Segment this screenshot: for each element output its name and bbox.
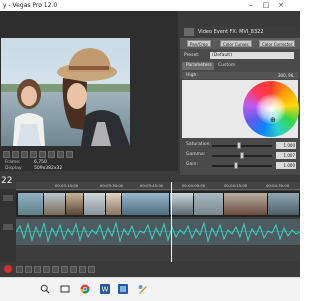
audio-track-header[interactable] <box>3 224 13 230</box>
fx-chip-color-curves[interactable]: Color Curves <box>220 40 252 47</box>
video-clip-thumbnail[interactable] <box>224 193 268 215</box>
video-clip-thumbnail[interactable] <box>18 193 44 215</box>
video-clip-thumbnail[interactable] <box>122 193 170 215</box>
fx-panel-title: Video Event FX: MVI_8322 <box>198 29 264 35</box>
preview-stop-button[interactable] <box>21 151 28 158</box>
video-track-header[interactable] <box>3 195 13 201</box>
fx-chain-icon[interactable] <box>184 28 194 36</box>
prev-frame-button[interactable] <box>79 266 86 273</box>
video-clip-thumbnail[interactable] <box>194 193 224 215</box>
preset-select[interactable]: (Default) <box>210 52 294 59</box>
high-label: High: <box>186 73 198 78</box>
saturation-label: Saturation: <box>186 142 211 147</box>
high-value: 300, 96, <box>278 73 295 78</box>
task-view-icon[interactable] <box>60 284 70 294</box>
video-clip-thumbnail[interactable] <box>44 193 66 215</box>
ruler-tick: 00:04:00:00 <box>182 183 206 188</box>
record-button[interactable] <box>4 265 12 273</box>
chrome-icon[interactable] <box>80 284 90 294</box>
ruler-tick: 00:04:15:00 <box>224 183 248 188</box>
minimize-icon[interactable]: – <box>244 0 258 11</box>
word-icon[interactable]: W <box>100 284 110 294</box>
search-icon[interactable] <box>40 284 50 294</box>
audio-waveform <box>15 221 301 243</box>
svg-text:W: W <box>102 286 109 294</box>
saturation-slider[interactable] <box>212 145 272 147</box>
timeline-timecode: 22 <box>1 176 13 186</box>
tab-custom[interactable]: Custom <box>214 62 240 70</box>
ruler-tick: 00:03:15:00 <box>55 183 79 188</box>
app-title: y - Vegas Pro 12.0 <box>3 2 58 9</box>
saturation-value[interactable]: 1.000 <box>276 142 296 149</box>
paint-icon[interactable] <box>138 284 148 294</box>
gamma-value[interactable]: 1.007 <box>276 152 296 159</box>
tab-parameters[interactable]: Parameters <box>182 62 216 70</box>
audio-track-lower[interactable] <box>16 246 300 261</box>
frame-value: 6,750 <box>34 160 47 165</box>
close-icon[interactable]: × <box>274 0 288 11</box>
preview-play-button[interactable] <box>3 151 10 158</box>
video-clip-thumbnail[interactable] <box>106 193 122 215</box>
fx-chip-pan-crop[interactable]: Pan/Crop <box>187 40 211 47</box>
preset-label: Preset: <box>184 53 200 58</box>
gain-label: Gain: <box>186 162 198 167</box>
vegas-app-icon[interactable] <box>118 284 128 294</box>
ruler-tick: 00:03:30:00 <box>100 183 124 188</box>
fx-chip-color-corrector[interactable]: Color Corrector <box>259 40 296 47</box>
ruler-tick: 00:03:45:00 <box>140 183 164 188</box>
go-to-start-button[interactable] <box>61 266 68 273</box>
gain-value[interactable]: 1.000 <box>276 162 296 169</box>
audio-track[interactable] <box>15 219 301 245</box>
preview-prev-frame-button[interactable] <box>30 151 37 158</box>
frame-label: Frame: <box>5 160 21 165</box>
play-button[interactable] <box>34 266 41 273</box>
gain-slider[interactable] <box>212 165 272 167</box>
stop-button[interactable] <box>52 266 59 273</box>
video-clip-thumbnail[interactable] <box>66 193 84 215</box>
preview-loop-button[interactable] <box>48 151 55 158</box>
ruler-tick: 00:04:30:00 <box>266 183 290 188</box>
timeline-playhead[interactable] <box>171 182 172 270</box>
next-frame-button[interactable] <box>88 266 95 273</box>
preview-snapshot-button[interactable] <box>66 151 73 158</box>
maximize-icon[interactable]: □ <box>259 0 273 11</box>
preview-next-frame-button[interactable] <box>39 151 46 158</box>
play-from-start-button[interactable] <box>25 266 32 273</box>
video-clip-thumbnail[interactable] <box>84 193 106 215</box>
gamma-label: Gamma: <box>186 152 206 157</box>
display-value: 509x382x32 <box>34 166 63 171</box>
video-clip-thumbnail[interactable] <box>170 193 194 215</box>
video-clip-thumbnail[interactable] <box>268 193 300 215</box>
gain-slider-thumb[interactable] <box>234 162 238 169</box>
display-label: Display: <box>5 166 23 171</box>
video-preview-frame <box>1 38 130 146</box>
pause-button[interactable] <box>43 266 50 273</box>
loop-playback-button[interactable] <box>16 266 23 273</box>
go-to-end-button[interactable] <box>70 266 77 273</box>
preview-settings-button[interactable] <box>57 151 64 158</box>
preview-pause-button[interactable] <box>12 151 19 158</box>
color-wheel-marker-icon[interactable]: ⊕ <box>270 116 276 124</box>
gamma-slider-thumb[interactable] <box>240 152 244 159</box>
saturation-slider-thumb[interactable] <box>237 142 241 149</box>
